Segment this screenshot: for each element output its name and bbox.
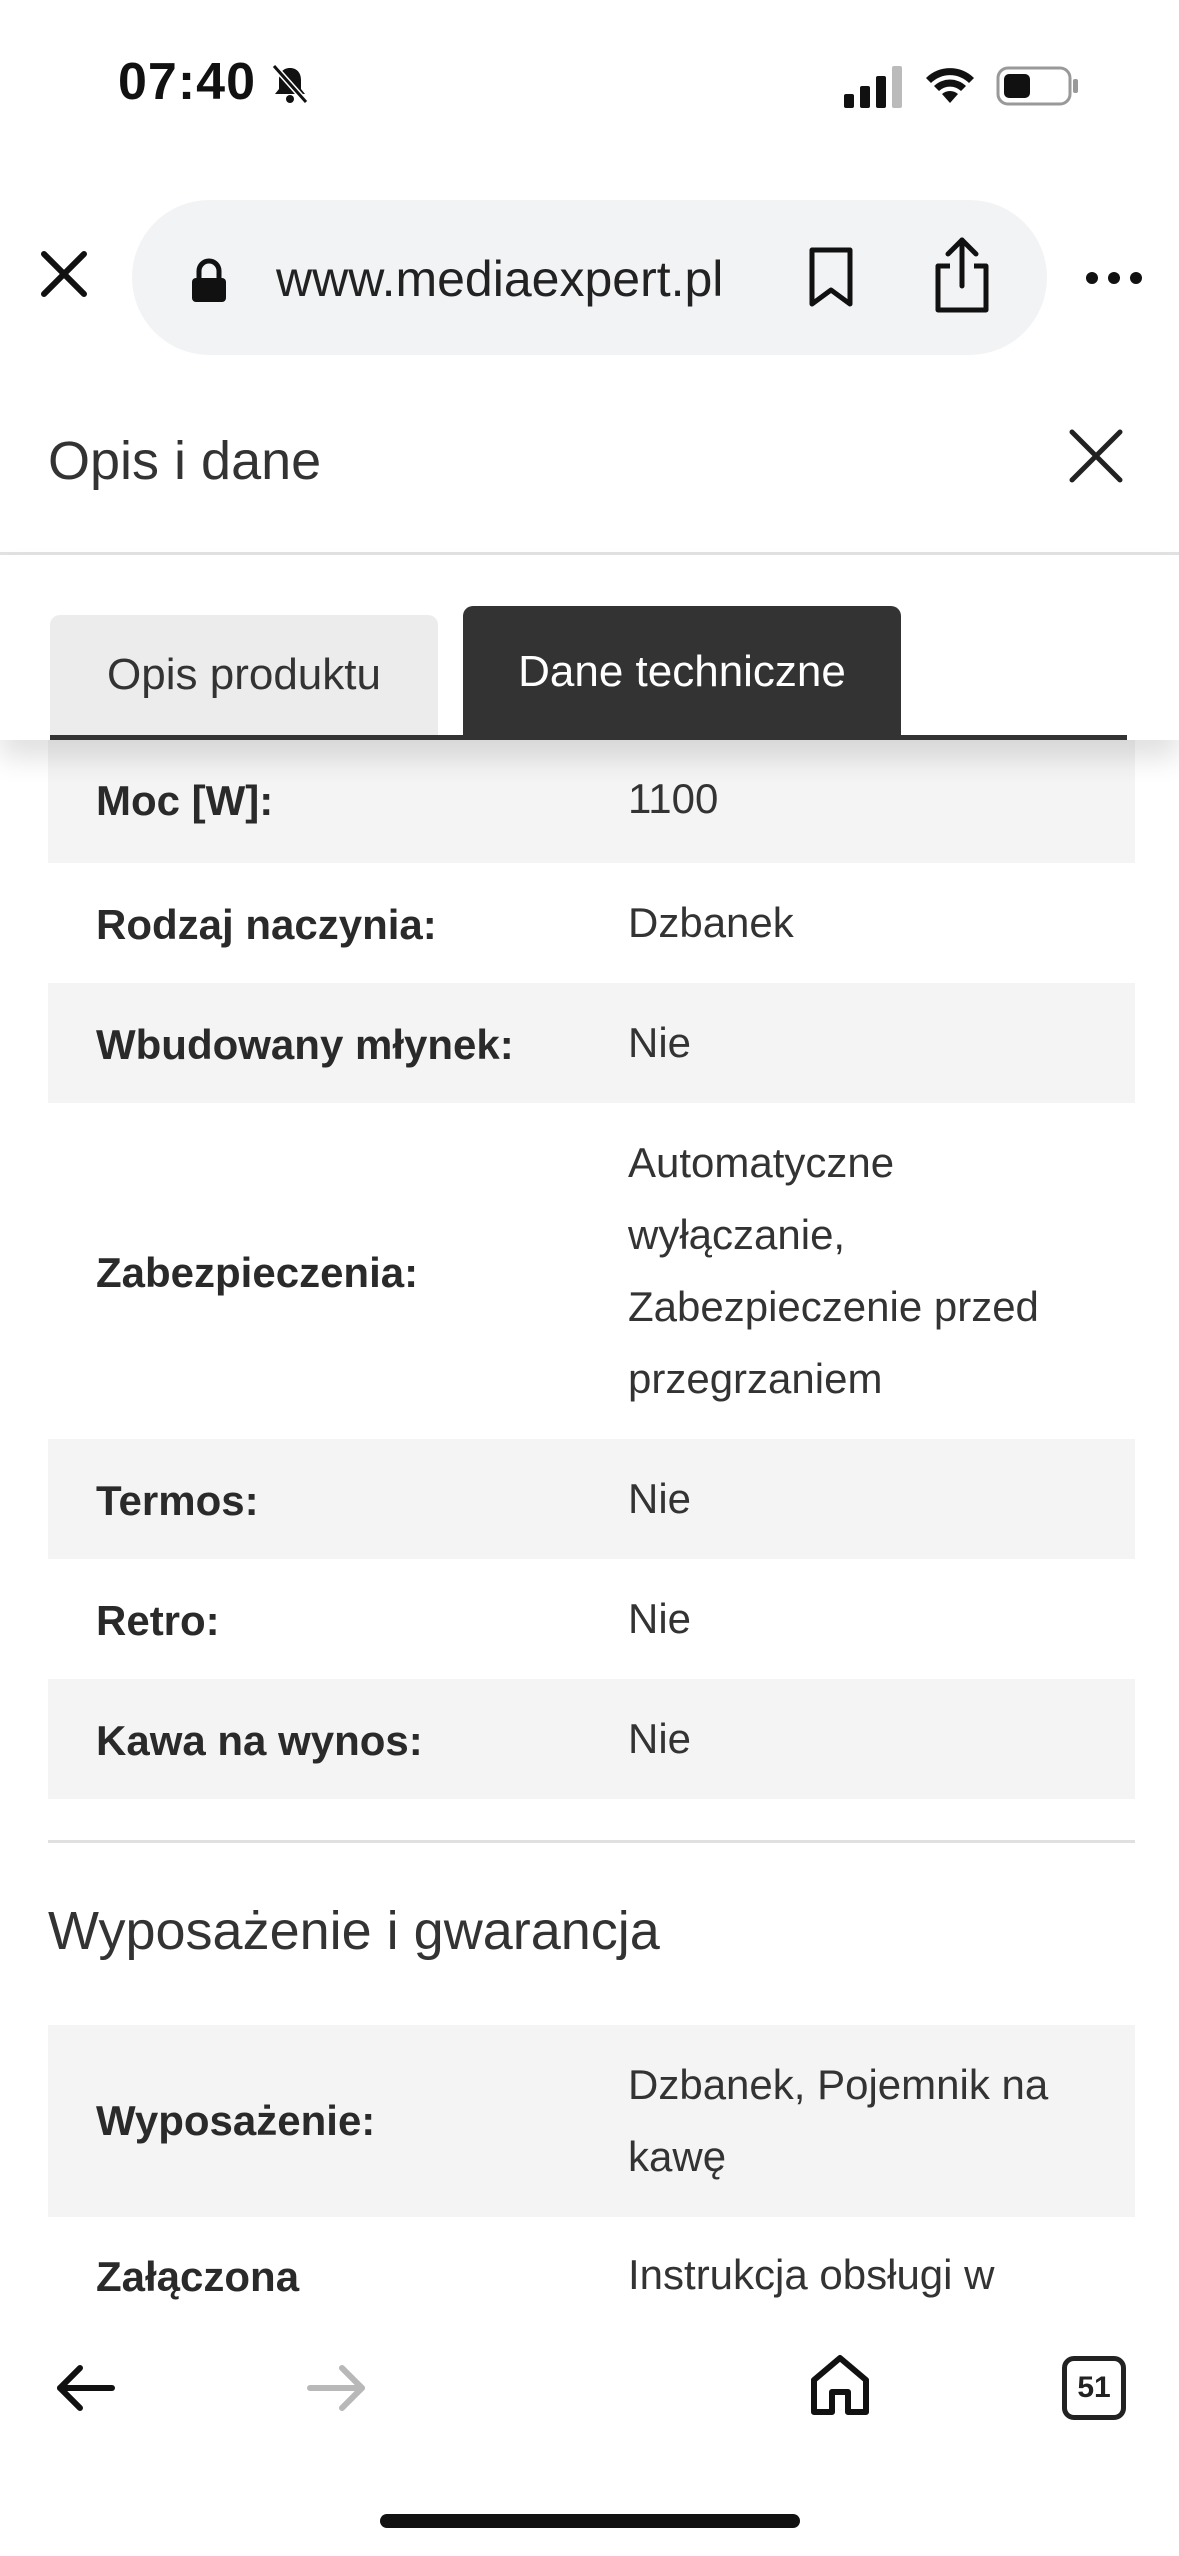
spec-value-line: Zabezpieczenie przed <box>628 1283 1039 1330</box>
home-icon[interactable] <box>808 2352 872 2418</box>
bell-muted-icon <box>271 64 309 104</box>
spec-label: Wyposażenie: <box>96 2097 376 2144</box>
spec-row: Zabezpieczenia: Automatyczne wyłączanie,… <box>48 1103 1135 1439</box>
spec-value: Nie <box>628 1595 692 1642</box>
spec-value-line: Automatyczne <box>628 1139 895 1186</box>
spec-row: Retro: Nie <box>48 1559 1135 1679</box>
spec-label: Retro: <box>96 1597 220 1644</box>
spec-value: Dzbanek, Pojemnik na kawę <box>628 2049 1108 2193</box>
signal-icon <box>844 66 902 108</box>
spec-value: Nie <box>628 1715 692 1762</box>
spec-label: Rodzaj naczynia: <box>96 901 437 948</box>
spec-value-line: Dzbanek, Pojemnik na <box>628 2061 1049 2108</box>
forward-arrow-icon[interactable] <box>306 2362 368 2414</box>
spec-label: Moc [W]: <box>96 777 274 824</box>
spec-row: Wbudowany młynek: Nie <box>48 983 1135 1103</box>
spec-value: Nie <box>628 1475 692 1522</box>
spec-value-line: wyłączanie, <box>628 1211 846 1258</box>
home-indicator <box>380 2514 800 2528</box>
spec-label: Załączona <box>96 2253 300 2300</box>
spec-value: 1100 <box>628 775 719 822</box>
spec-label: Zabezpieczenia: <box>96 1249 419 1296</box>
close-panel-icon[interactable] <box>1066 426 1126 486</box>
spec-row: Wyposażenie: Dzbanek, Pojemnik na kawę <box>48 2025 1135 2217</box>
bookmark-icon[interactable] <box>806 246 856 308</box>
spec-row: Załączona Instrukcja obsługi w <box>48 2217 1135 2337</box>
close-browser-icon[interactable] <box>36 246 92 302</box>
spec-value: Instrukcja obsługi w <box>628 2251 995 2298</box>
tab-count-button[interactable]: 51 <box>1062 2356 1126 2420</box>
more-options-icon[interactable] <box>1084 266 1144 290</box>
spec-label: Wbudowany młynek: <box>96 1021 514 1068</box>
spec-value-line: przegrzaniem <box>628 1355 883 1402</box>
spec-value: Dzbanek <box>628 899 794 946</box>
share-icon[interactable] <box>930 236 994 314</box>
tab-technical-data[interactable]: Dane techniczne <box>463 606 901 738</box>
spec-label: Kawa na wynos: <box>96 1717 423 1764</box>
battery-icon <box>996 66 1078 106</box>
spec-value: Automatyczne wyłączanie, Zabezpieczenie … <box>628 1127 1108 1415</box>
section-divider <box>48 1840 1135 1843</box>
lock-icon <box>192 258 226 302</box>
url-text[interactable]: www.mediaexpert.pl <box>276 250 723 308</box>
back-arrow-icon[interactable] <box>54 2362 116 2414</box>
spec-row: Termos: Nie <box>48 1439 1135 1559</box>
spec-label: Termos: <box>96 1477 259 1524</box>
tab-underline <box>50 735 1127 740</box>
status-time: 07:40 <box>118 53 256 111</box>
spec-value: Nie <box>628 1019 692 1066</box>
spec-value-line: kawę <box>628 2133 727 2180</box>
tab-product-description[interactable]: Opis produktu <box>50 615 438 735</box>
spec-row: Moc [W]: 1100 <box>48 735 1135 863</box>
spec-row: Kawa na wynos: Nie <box>48 1679 1135 1799</box>
panel-title: Opis i dane <box>48 431 322 491</box>
wifi-icon <box>926 68 974 103</box>
spec-row: Rodzaj naczynia: Dzbanek <box>48 863 1135 983</box>
section-title: Wyposażenie i gwarancja <box>48 1901 660 1961</box>
